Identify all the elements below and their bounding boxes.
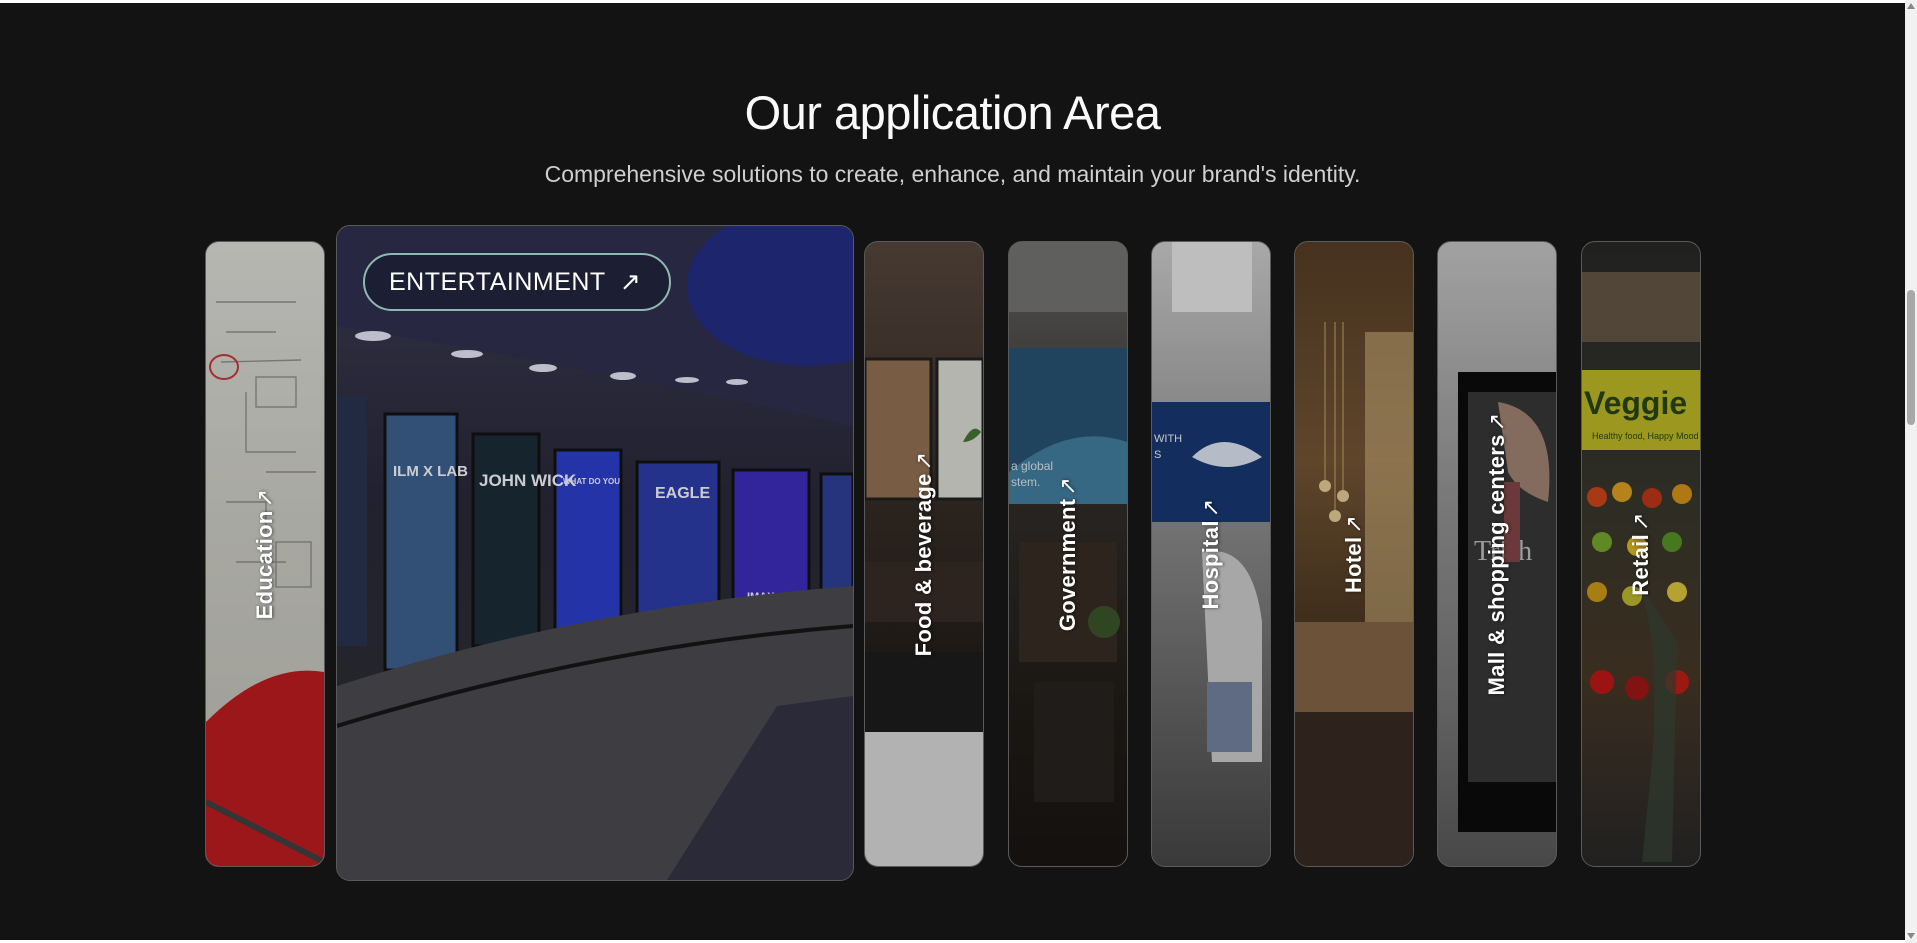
arrow-icon: ↗ bbox=[1341, 514, 1366, 534]
arrow-icon: ↗ bbox=[252, 488, 277, 508]
card-label: Hospital↗ bbox=[1198, 499, 1224, 610]
scroll-down-arrow-icon[interactable] bbox=[1907, 933, 1915, 939]
card-label: Mall & shopping centers↗ bbox=[1484, 413, 1510, 696]
arrow-icon: ↗ bbox=[1628, 512, 1653, 532]
card-label: Government↗ bbox=[1055, 477, 1081, 631]
scroll-up-arrow-icon[interactable] bbox=[1907, 3, 1915, 9]
card-label: Education↗ bbox=[252, 489, 278, 620]
card-label-text: Government bbox=[1055, 498, 1080, 632]
arrow-icon: ↗ bbox=[1198, 498, 1223, 518]
application-area-section: Our application Area Comprehensive solut… bbox=[0, 3, 1905, 940]
card-label-text: Food & beverage bbox=[911, 473, 936, 657]
entertainment-pill-button[interactable]: ENTERTAINMENT ↗ bbox=[363, 253, 672, 311]
scrollbar-thumb[interactable] bbox=[1907, 290, 1915, 425]
card-label-text: Retail bbox=[1628, 534, 1653, 596]
card-label: Food & beverage↗ bbox=[911, 452, 937, 657]
arrow-icon: ↗ bbox=[1484, 412, 1509, 432]
card-label-text: Hospital bbox=[1198, 520, 1223, 610]
card-government[interactable]: a global stem. Government↗ bbox=[1008, 241, 1128, 867]
card-label-text: Mall & shopping centers bbox=[1484, 434, 1509, 696]
card-label-text: Education bbox=[252, 510, 277, 620]
card-label: Retail↗ bbox=[1628, 512, 1654, 595]
card-education[interactable]: Education↗ bbox=[205, 241, 325, 867]
card-entertainment[interactable]: ILM X LAB JOHN WICK WHAT DO YOU EAGLE IM… bbox=[336, 225, 854, 881]
section-subtitle: Comprehensive solutions to create, enhan… bbox=[544, 161, 1361, 187]
section-title: Our application Area bbox=[744, 86, 1161, 139]
pill-label: ENTERTAINMENT bbox=[389, 267, 606, 296]
arrow-icon: ↗ bbox=[1055, 476, 1080, 496]
card-label: Hotel↗ bbox=[1341, 515, 1367, 593]
card-mall-shopping-centers[interactable]: Trish Mall & shopping centers↗ bbox=[1437, 241, 1557, 867]
card-hospital[interactable]: WITH S Hospital↗ bbox=[1151, 241, 1271, 867]
card-food-beverage[interactable]: Food & beverage↗ bbox=[864, 241, 984, 867]
page-scrollbar[interactable] bbox=[1905, 0, 1917, 943]
arrow-icon: ↗ bbox=[619, 268, 642, 296]
card-retail[interactable]: Veggie Healthy food, Happy Mood Retail↗ bbox=[1581, 241, 1701, 867]
arrow-icon: ↗ bbox=[911, 451, 936, 471]
card-overlay bbox=[337, 226, 853, 880]
card-label-text: Hotel bbox=[1341, 536, 1366, 594]
card-hotel[interactable]: Hotel↗ bbox=[1294, 241, 1414, 867]
